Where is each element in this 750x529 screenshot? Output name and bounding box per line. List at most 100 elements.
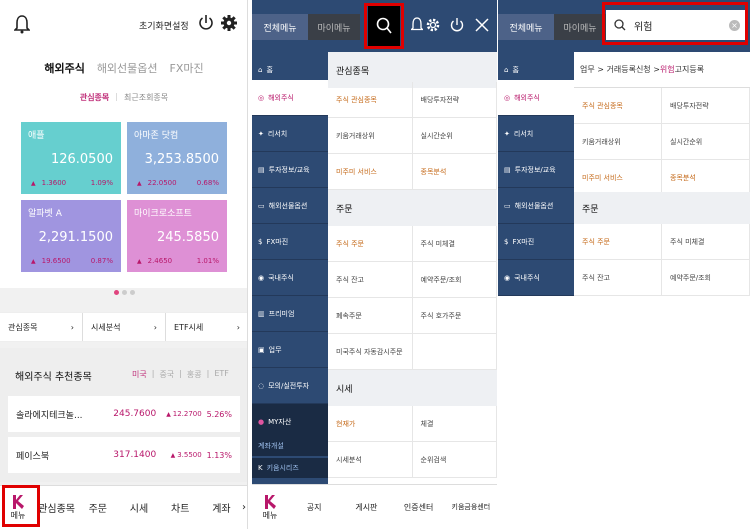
breadcrumb-suffix: 고지등록	[674, 65, 705, 74]
menu-button[interactable]: 메뉴	[252, 485, 288, 529]
menu-item-current-price[interactable]: 현재가	[328, 406, 413, 441]
menu-item-continuous-order[interactable]: 폐속주문	[328, 298, 413, 333]
stock-card[interactable]: 알파벳 A 2,291.1500 19.6500 0.87%	[21, 200, 121, 272]
nav-auth-center[interactable]: 인증센터	[393, 502, 445, 513]
quicklink-watchlist[interactable]: 관심종목 ›	[0, 313, 83, 341]
carousel-dot[interactable]	[122, 290, 127, 295]
stock-card[interactable]: 마이크로소프트 245.5850 2.4650 1.01%	[127, 200, 227, 272]
nav-board[interactable]: 게시판	[340, 502, 392, 513]
menu-item-balance[interactable]: 주식 잔고	[574, 260, 662, 295]
menu-item-quote-order[interactable]: 주식 호가주문	[413, 298, 497, 333]
sidebar-item-business[interactable]: ▣ 업무	[252, 332, 328, 368]
quicklink-market-analysis[interactable]: 시세분석 ›	[83, 313, 166, 341]
menu-item-rank-search[interactable]: 순위검색	[413, 442, 497, 477]
subtab-divider: |	[115, 92, 118, 101]
sidebar-item-fx[interactable]: $ FX마진	[252, 224, 328, 260]
sidebar-item-overseas-stock[interactable]: ◎ 해외주식	[498, 80, 574, 116]
tab-full-menu[interactable]: 전체메뉴	[252, 14, 308, 40]
bell-icon[interactable]	[14, 14, 30, 34]
menu-item-stock-analysis[interactable]: 종목분석	[413, 154, 497, 189]
nav-quote[interactable]: 시세	[118, 500, 159, 515]
quicklink-label: 시세분석	[91, 322, 121, 332]
sidebar-item-research[interactable]: ✦ 리서치	[252, 116, 328, 152]
nav-watchlist[interactable]: 관심종목	[36, 500, 77, 515]
power-icon[interactable]	[198, 14, 214, 32]
nav-chart[interactable]: 차트	[160, 500, 201, 515]
sidebar-item-futures[interactable]: ▭ 해외선물옵션	[252, 188, 328, 224]
sidebar-item-open-account[interactable]: 계좌개설	[252, 436, 328, 456]
carousel-dot[interactable]	[130, 290, 135, 295]
menu-item-stock-watchlist[interactable]: 주식 관심종목	[328, 82, 413, 117]
sidebar-item-mock-invest[interactable]: ◌ 모의/실전투자	[252, 368, 328, 404]
close-icon[interactable]	[467, 10, 497, 40]
menu-item-stock-analysis[interactable]: 종목분석	[662, 160, 750, 195]
subtab-watchlist[interactable]: 관심종목	[80, 92, 109, 103]
sidebar-item-premium[interactable]: ▥ 프리미엄	[252, 296, 328, 332]
search-result-breadcrumb[interactable]: 업무 > 거래등록신청 > 위험 고지등록	[574, 52, 750, 88]
nav-finance-center[interactable]: 키움금융센터	[445, 502, 497, 512]
menu-item-execution[interactable]: 체결	[413, 406, 497, 441]
sidebar-item-education[interactable]: ▤ 투자정보/교육	[498, 152, 574, 188]
menu-item-top-trading[interactable]: 키움거래상위	[574, 124, 662, 159]
sidebar-item-research[interactable]: ✦ 리서치	[498, 116, 574, 152]
tab-overseas-futures[interactable]: 해외선물옵션	[97, 60, 158, 76]
menu-item-reserved-order[interactable]: 예약주문/조회	[413, 262, 497, 297]
quicklink-etf[interactable]: ETF시세 ›	[166, 313, 247, 341]
gear-icon[interactable]	[220, 14, 238, 32]
menu-content-dimmed: 주식 관심종목 배당투자전략 키움거래상위 실시간순위 미주미 서비스 종목분석…	[574, 88, 750, 298]
recommended-row[interactable]: 솔라에지테크놀... 245.7600 12.2700 5.26%	[8, 396, 240, 432]
menu-item-mijumi-service[interactable]: 미주미 서비스	[574, 160, 662, 195]
screen-settings-link[interactable]: 초기화면설정	[139, 19, 189, 32]
nav-account[interactable]: 계좌	[201, 500, 242, 515]
menu-item-market-analysis[interactable]: 시세분석	[328, 442, 413, 477]
menu-item-reserved-order[interactable]: 예약주문/조회	[662, 260, 750, 295]
sidebar-item-futures[interactable]: ▭ 해외선물옵션	[498, 188, 574, 224]
tab-full-menu[interactable]: 전체메뉴	[498, 14, 554, 40]
menu-item-realtime-rank[interactable]: 실시간순위	[662, 124, 750, 159]
filter-china[interactable]: 중국	[159, 369, 174, 380]
menu-item-top-trading[interactable]: 키움거래상위	[328, 118, 413, 153]
menu-item-stock-order[interactable]: 주식 주문	[328, 226, 413, 261]
filter-etf[interactable]: ETF	[214, 369, 229, 380]
rec-change: 12.2700	[156, 410, 202, 418]
menu-item-balance[interactable]: 주식 잔고	[328, 262, 413, 297]
nav-notice[interactable]: 공지	[288, 502, 340, 513]
sidebar-item-label: 프리미엄	[268, 309, 295, 318]
sidebar-item-my-assets[interactable]: ● MY자산	[252, 404, 328, 440]
menu-item-stock-order[interactable]: 주식 주문	[574, 224, 662, 259]
menu-item-auto-watch-order[interactable]: 미국주식 자동감시주문	[328, 334, 413, 369]
chevron-right-icon[interactable]: ›	[242, 502, 247, 513]
tab-overseas-stock[interactable]: 해외주식	[44, 60, 84, 76]
sidebar-item-kiwoom-series[interactable]: K 키움시리즈	[252, 458, 328, 478]
menu-item-realtime-rank[interactable]: 실시간순위	[413, 118, 497, 153]
menu-item-dividend-strategy[interactable]: 배당투자전략	[662, 88, 750, 123]
tab-fx-margin[interactable]: FX마진	[170, 60, 204, 76]
sidebar-item-overseas-stock[interactable]: ◎ 해외주식	[252, 80, 328, 116]
menu-item-unfilled[interactable]: 주식 미체결	[413, 226, 497, 261]
recommended-row[interactable]: 페이스북 317.1400 3.5500 1.13%	[8, 437, 240, 473]
nav-order[interactable]: 주문	[77, 500, 118, 515]
menu-item-mijumi-service[interactable]: 미주미 서비스	[328, 154, 413, 189]
filter-hongkong[interactable]: 홍콩	[187, 369, 202, 380]
stock-card[interactable]: 애플 126.0500 1.3600 1.09%	[21, 122, 121, 194]
sidebar-item-education[interactable]: ▤ 투자정보/교육	[252, 152, 328, 188]
filter-us[interactable]: 미국	[132, 369, 147, 380]
sidebar-item-fx[interactable]: $ FX마진	[498, 224, 574, 260]
filter-divider: |	[151, 369, 155, 378]
menu-content: 관심종목 주식 관심종목 배당투자전략 키움거래상위 실시간순위 미주미 서비스…	[328, 52, 497, 484]
menu-item-stock-watchlist[interactable]: 주식 관심종목	[574, 88, 662, 123]
rec-price: 245.7600	[113, 409, 157, 419]
quicklink-label: ETF시세	[174, 322, 204, 332]
menu-item-dividend-strategy[interactable]: 배당투자전략	[413, 82, 497, 117]
market-tabs: 해외주식 해외선물옵션 FX마진	[0, 60, 247, 76]
menu-item-unfilled[interactable]: 주식 미체결	[662, 224, 750, 259]
carousel-dot[interactable]	[114, 290, 119, 295]
tab-my-menu[interactable]: 마이메뉴	[308, 14, 360, 40]
bulb-icon: ✦	[504, 129, 510, 138]
sidebar-item-domestic[interactable]: ◉ 국내주식	[498, 260, 574, 296]
stock-card[interactable]: 아마존 닷컴 3,253.8500 22.0500 0.68%	[127, 122, 227, 194]
tab-my-menu[interactable]: 마이메뉴	[554, 14, 606, 40]
carousel-dots[interactable]	[114, 290, 135, 295]
subtab-recent[interactable]: 최근조회종목	[124, 92, 168, 103]
sidebar-item-domestic[interactable]: ◉ 국내주식	[252, 260, 328, 296]
